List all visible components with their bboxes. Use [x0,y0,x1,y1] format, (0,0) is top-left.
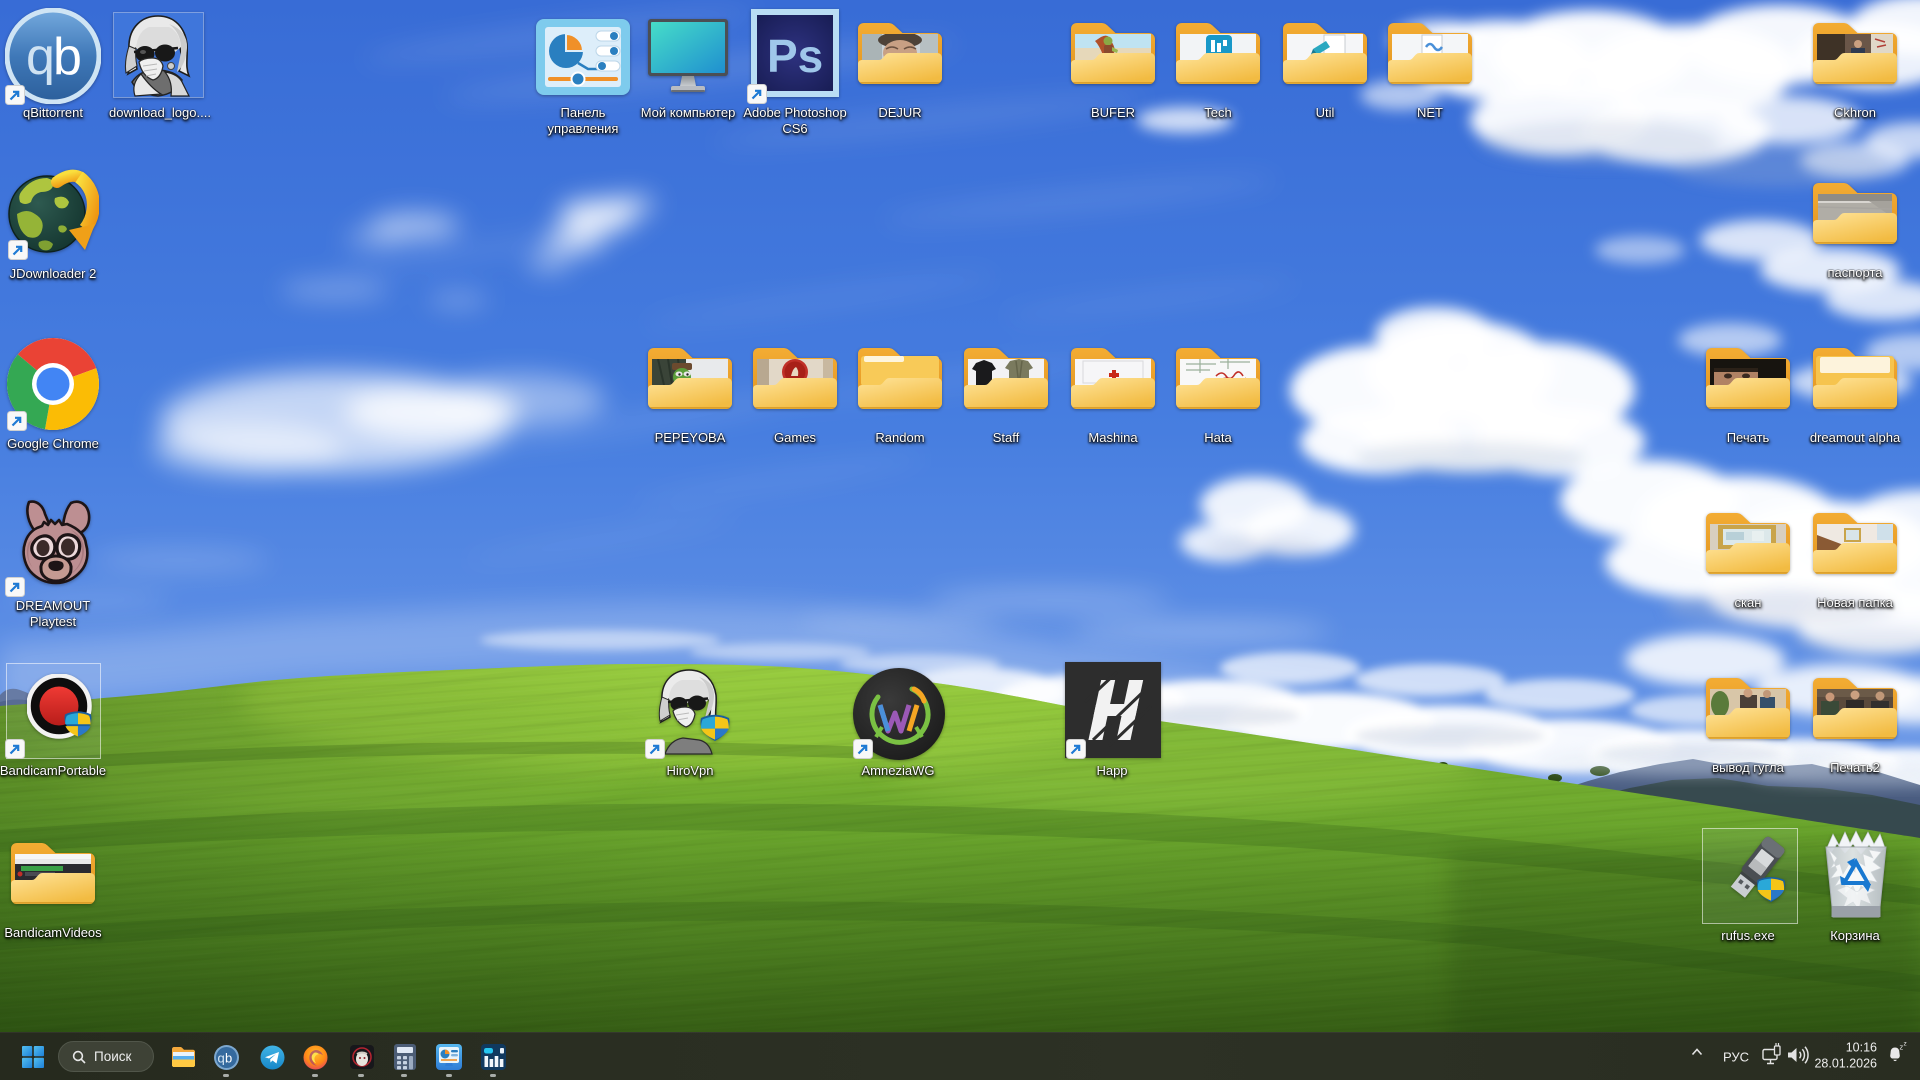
svg-text:Ps: Ps [767,30,823,82]
svg-text:q: q [26,28,55,86]
svg-text:b: b [225,1050,232,1065]
svg-text:z: z [1904,1041,1907,1048]
svg-text:РУС: РУС [1723,1050,1749,1065]
svg-text:28.01.2026: 28.01.2026 [1814,1057,1877,1071]
svg-text:q: q [218,1050,225,1065]
svg-text:10:16: 10:16 [1846,1041,1877,1055]
svg-text:b: b [53,28,82,86]
